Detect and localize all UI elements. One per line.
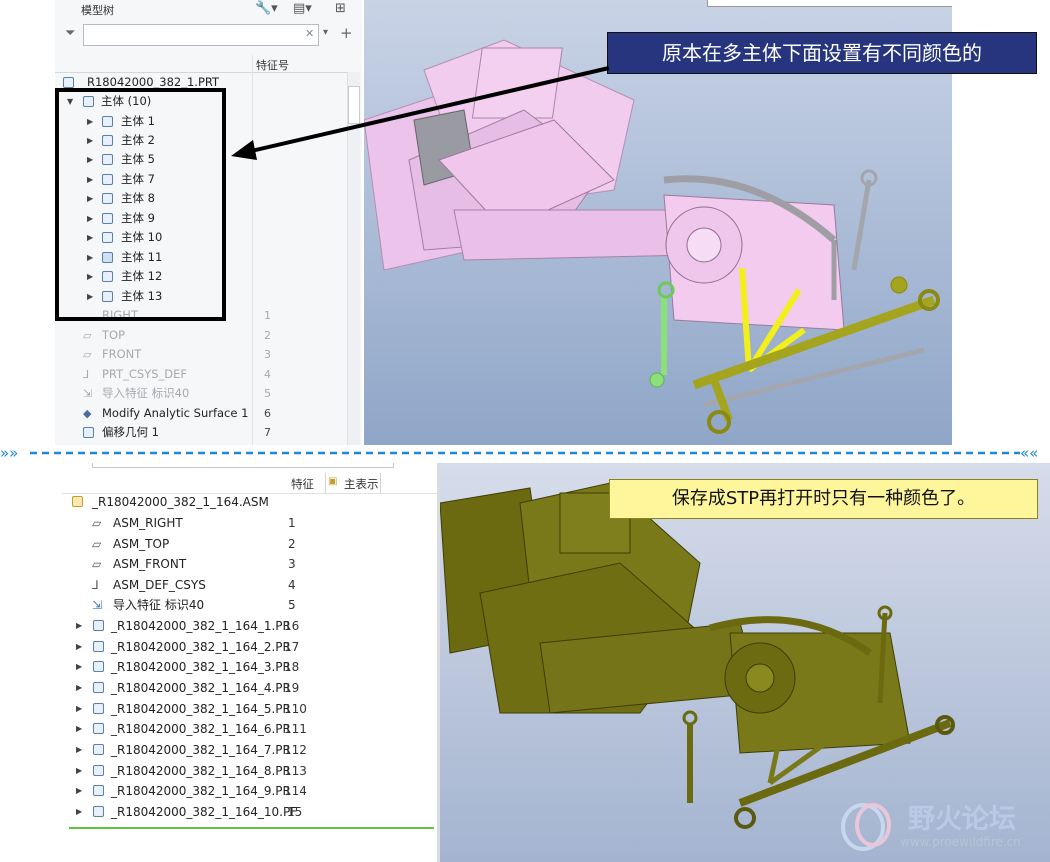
- datum-plane-icon: ▱: [92, 516, 102, 530]
- feature-number: 2: [288, 537, 296, 551]
- watermark-logo-icon: [841, 803, 891, 851]
- add-icon[interactable]: +: [340, 24, 353, 42]
- part-icon: [93, 806, 104, 817]
- feature-number: 114: [284, 784, 307, 798]
- part-icon: [93, 641, 104, 652]
- collapsed-triangle-icon[interactable]: ▶: [76, 761, 82, 781]
- feature-number: 113: [284, 764, 307, 778]
- feature-number: 3: [288, 557, 296, 571]
- modify-surface-icon: ◆: [83, 407, 92, 420]
- part-icon: [93, 765, 104, 776]
- csys-icon: ⅃: [92, 578, 99, 592]
- bodies-highlight-box: [55, 88, 226, 321]
- model-tree-title: 模型树: [81, 4, 114, 17]
- feature-number: 15: [287, 805, 303, 819]
- left-chevrons-icon: »»: [0, 445, 18, 461]
- watermark-title: 野火论坛: [908, 804, 1016, 835]
- feature-number: 17: [284, 640, 300, 654]
- feature-number: 16: [284, 619, 300, 633]
- bottom-callout-label: 保存成STP再打开时只有一种颜色了。: [609, 479, 1038, 519]
- collapsed-triangle-icon[interactable]: ▶: [76, 699, 82, 719]
- right-chevrons-icon: ««: [1020, 445, 1038, 461]
- settings-tools-icon[interactable]: 🔧▾: [255, 1, 278, 16]
- feature-number: 111: [284, 722, 307, 736]
- collapsed-triangle-icon[interactable]: ▶: [76, 616, 82, 636]
- csys-icon: ⅃: [83, 368, 90, 381]
- import-feature-icon: ⇲: [83, 387, 93, 400]
- import-feature-icon: ⇲: [92, 598, 103, 612]
- bottom-tree-search-edge: [92, 463, 394, 468]
- collapsed-triangle-icon[interactable]: ▶: [76, 657, 82, 677]
- insert-here-marker[interactable]: [69, 827, 434, 829]
- feature-number: 19: [284, 681, 300, 695]
- datum-plane-icon: ▱: [92, 557, 102, 571]
- feature-number: 3: [264, 348, 271, 361]
- feature-number: 1: [288, 516, 296, 530]
- collapsed-triangle-icon[interactable]: ▶: [76, 678, 82, 698]
- bottom-model-tree-panel: 特征 ▣ 主表示 _R18042000_382_1_164.ASM ▱ ASM_…: [62, 463, 437, 862]
- clear-search-icon[interactable]: ✕: [305, 27, 314, 40]
- offset-geometry-icon: [83, 427, 94, 438]
- part-icon: [93, 682, 104, 693]
- representation-icon: ▣: [328, 476, 338, 487]
- section-divider: »» ««: [0, 445, 1038, 461]
- collapsed-triangle-icon[interactable]: ▶: [76, 719, 82, 739]
- forum-watermark: 野火论坛 www.proewildfire.cn: [838, 795, 1048, 857]
- feature-column-header[interactable]: 特征: [291, 476, 314, 492]
- assembly-icon: [72, 496, 83, 507]
- search-dropdown-icon[interactable]: ▾: [323, 27, 328, 38]
- part-icon: [63, 77, 74, 88]
- part-icon: [93, 723, 104, 734]
- top-callout-label: 原本在多主体下面设置有不同颜色的: [607, 32, 1037, 74]
- tree-filter-settings-icon[interactable]: ⊞: [335, 1, 346, 16]
- part-icon: [93, 744, 104, 755]
- watermark-url: www.proewildfire.cn: [900, 835, 1021, 849]
- feature-number: 6: [264, 407, 271, 420]
- feature-number: 7: [264, 426, 271, 439]
- feature-number: 5: [288, 598, 296, 612]
- part-icon: [93, 620, 104, 631]
- feature-number: 2: [264, 329, 271, 342]
- feature-number: 1: [264, 309, 271, 322]
- collapsed-triangle-icon[interactable]: ▶: [76, 740, 82, 760]
- feature-number: 112: [284, 743, 307, 757]
- feature-number: 5: [264, 387, 271, 400]
- funnel-filter-icon[interactable]: ⏷: [65, 26, 75, 41]
- main-representation-column-header[interactable]: 主表示: [344, 476, 379, 492]
- feature-number: 4: [288, 578, 296, 592]
- feature-number: 18: [284, 660, 300, 674]
- feature-number: 4: [264, 368, 271, 381]
- tree-search-input[interactable]: [83, 24, 319, 46]
- part-icon: [93, 703, 104, 714]
- tree-columns-icon[interactable]: ▤▾: [293, 1, 312, 16]
- datum-plane-icon: ▱: [83, 329, 92, 342]
- collapsed-triangle-icon[interactable]: ▶: [76, 802, 82, 822]
- datum-plane-icon: ▱: [92, 537, 102, 551]
- callout-arrow: [231, 66, 610, 160]
- collapsed-triangle-icon[interactable]: ▶: [76, 637, 82, 657]
- feature-number: 110: [284, 702, 307, 716]
- datum-plane-icon: ▱: [83, 348, 92, 361]
- part-icon: [93, 661, 104, 672]
- part-icon: [93, 785, 104, 796]
- collapsed-triangle-icon[interactable]: ▶: [76, 781, 82, 801]
